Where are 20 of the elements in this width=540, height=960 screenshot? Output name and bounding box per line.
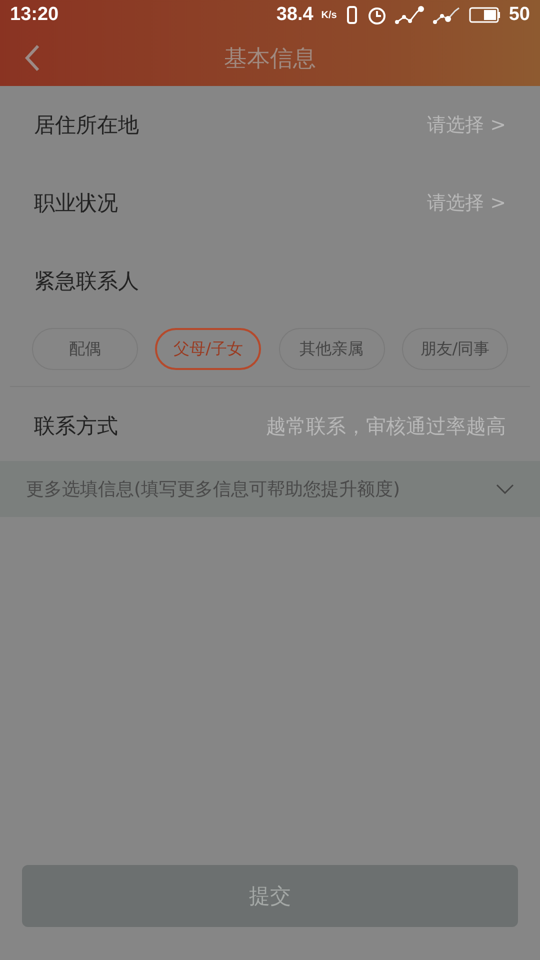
- section-label: 紧急联系人: [34, 268, 139, 295]
- clock-time: 13:20: [10, 4, 59, 26]
- alarm-icon: [366, 5, 387, 25]
- field-label: 职业状况: [34, 190, 118, 217]
- relation-chip[interactable]: 父母/子女: [155, 328, 262, 370]
- field-label: 联系方式: [34, 413, 118, 440]
- battery-icon: [468, 7, 501, 23]
- relation-chip[interactable]: 其他亲属: [278, 328, 385, 370]
- relation-chip[interactable]: 朋友/同事: [402, 328, 508, 370]
- vibrate-icon: [344, 6, 359, 24]
- field-label: 居住所在地: [34, 112, 139, 139]
- chevron-down-icon[interactable]: [496, 484, 514, 494]
- page-title: 基本信息: [224, 46, 316, 72]
- signal-icon: [432, 5, 461, 25]
- back-icon[interactable]: [24, 44, 40, 72]
- signal-icon: [394, 5, 425, 25]
- relation-chip[interactable]: 配偶: [32, 328, 138, 370]
- network-speed: 38.4: [276, 4, 314, 26]
- speed-unit: K/s: [321, 10, 337, 20]
- battery-level: 50: [508, 4, 530, 26]
